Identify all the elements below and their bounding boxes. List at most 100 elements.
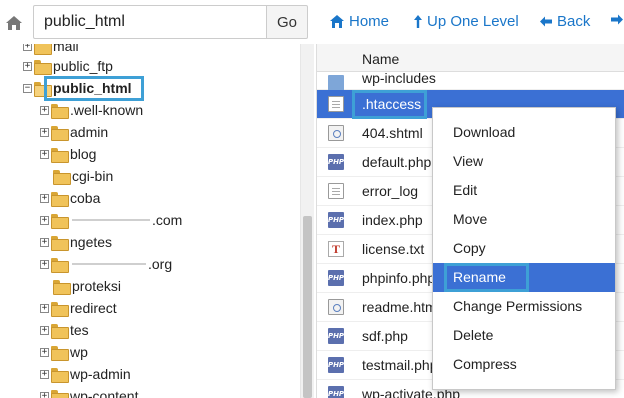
up-one-level-label: Up One Level bbox=[427, 13, 519, 30]
expand-toggle[interactable]: + bbox=[40, 215, 49, 225]
folder-icon bbox=[51, 367, 69, 383]
file-name: testmail.php bbox=[362, 357, 438, 373]
menu-item-delete[interactable]: Delete bbox=[433, 321, 615, 350]
go-button[interactable]: Go bbox=[266, 5, 308, 39]
tree-node-label: wp-content bbox=[70, 388, 139, 398]
html-file-icon bbox=[328, 299, 344, 315]
tree-node-label: wp-admin bbox=[70, 366, 131, 382]
file-name: index.php bbox=[362, 212, 423, 228]
tree-node-label: wp bbox=[70, 344, 88, 360]
column-header-name[interactable]: Name bbox=[362, 51, 399, 67]
menu-item-copy[interactable]: Copy bbox=[433, 234, 615, 263]
expand-toggle[interactable]: + bbox=[40, 369, 49, 379]
expand-toggle[interactable]: + bbox=[23, 44, 32, 51]
tree-node-label: .well-known bbox=[70, 102, 144, 118]
menu-item-change-permissions[interactable]: Change Permissions bbox=[433, 292, 615, 321]
expand-toggle[interactable]: + bbox=[40, 347, 49, 357]
tree-node-public-ftp[interactable]: + public_ftp bbox=[23, 56, 113, 76]
expand-toggle[interactable]: + bbox=[40, 391, 49, 398]
folder-icon bbox=[51, 235, 69, 251]
tree-node-label: .org bbox=[148, 256, 173, 272]
menu-item-compress[interactable]: Compress bbox=[433, 350, 615, 379]
tree-node-label: cgi-bin bbox=[72, 168, 114, 184]
expand-toggle[interactable]: + bbox=[40, 325, 49, 335]
folder-icon bbox=[51, 345, 69, 361]
path-input[interactable] bbox=[33, 5, 267, 39]
tree-node-ngetes[interactable]: + ngetes bbox=[40, 232, 112, 252]
file-name: error_log bbox=[362, 183, 419, 199]
tree-node-redirect[interactable]: + redirect bbox=[40, 298, 117, 318]
tree-node-label: redirect bbox=[70, 300, 117, 316]
menu-item-download[interactable]: Download bbox=[433, 118, 615, 147]
tree-node-label: admin bbox=[70, 124, 109, 140]
file-name: license.txt bbox=[362, 241, 425, 257]
php-file-icon: PHP bbox=[328, 270, 344, 286]
file-name: wp-includes bbox=[362, 70, 436, 86]
text-file-icon bbox=[328, 96, 344, 112]
redacted-text bbox=[72, 219, 150, 221]
expand-toggle[interactable]: + bbox=[40, 193, 49, 203]
php-file-icon: PHP bbox=[328, 212, 344, 228]
folder-icon bbox=[34, 59, 52, 75]
tree-node-blog[interactable]: + blog bbox=[40, 144, 96, 164]
tree-node-label: blog bbox=[70, 146, 97, 162]
folder-icon bbox=[51, 257, 69, 273]
file-name: 404.shtml bbox=[362, 125, 423, 141]
expand-toggle[interactable]: + bbox=[40, 259, 49, 269]
home-icon bbox=[330, 15, 344, 28]
menu-item-label: Download bbox=[453, 124, 516, 140]
back-link-label: Back bbox=[557, 13, 591, 30]
folder-icon bbox=[51, 191, 69, 207]
file-row-wp-includes[interactable]: wp-includes bbox=[317, 66, 624, 91]
menu-item-edit[interactable]: Edit bbox=[433, 176, 615, 205]
tree-node-wp[interactable]: + wp bbox=[40, 342, 88, 362]
collapse-toggle[interactable]: − bbox=[23, 83, 32, 93]
highlight-box bbox=[444, 263, 529, 292]
tree-node-label: .com bbox=[152, 212, 183, 228]
back-link[interactable]: Back bbox=[539, 13, 590, 30]
tree-node-proteksi[interactable]: proteksi bbox=[53, 276, 121, 296]
file-name: readme.html bbox=[362, 299, 440, 315]
home-icon bbox=[5, 15, 22, 30]
tree-node-domain-org[interactable]: + .org bbox=[40, 254, 172, 274]
home-link[interactable]: Home bbox=[329, 13, 389, 30]
context-menu: Download View Edit Move Copy Rename Chan… bbox=[432, 107, 616, 390]
directory-tree: + mail + public_ftp − public_html + .wel… bbox=[0, 44, 316, 398]
tree-node-well-known[interactable]: + .well-known bbox=[40, 100, 143, 120]
tree-home-button[interactable] bbox=[0, 4, 27, 41]
tree-node-coba[interactable]: + coba bbox=[40, 188, 100, 208]
folder-icon bbox=[53, 279, 71, 295]
tree-node-admin[interactable]: + admin bbox=[40, 122, 108, 142]
menu-item-rename[interactable]: Rename bbox=[433, 263, 615, 292]
toolbar: Go Home Up One Level Back bbox=[0, 0, 624, 44]
tree-node-cgi-bin[interactable]: cgi-bin bbox=[53, 166, 113, 186]
expand-toggle[interactable]: + bbox=[23, 61, 32, 71]
scrollbar-thumb[interactable] bbox=[303, 216, 312, 398]
expand-toggle[interactable]: + bbox=[40, 149, 49, 159]
tree-node-wp-admin[interactable]: + wp-admin bbox=[40, 364, 131, 384]
forward-link[interactable] bbox=[610, 13, 624, 26]
folder-icon bbox=[34, 44, 52, 55]
tree-node-tes[interactable]: + tes bbox=[40, 320, 89, 340]
tree-node-mail[interactable]: + mail bbox=[23, 44, 79, 56]
php-file-icon: PHP bbox=[328, 357, 344, 373]
tree-node-domain-com[interactable]: + .com bbox=[40, 210, 182, 230]
php-file-icon: PHP bbox=[328, 328, 344, 344]
arrow-left-icon bbox=[540, 16, 552, 27]
php-file-icon: PHP bbox=[328, 386, 344, 398]
expand-toggle[interactable]: + bbox=[40, 237, 49, 247]
up-one-level-link[interactable]: Up One Level bbox=[413, 13, 519, 30]
folder-icon bbox=[51, 125, 69, 141]
tree-node-wp-content[interactable]: + wp-content bbox=[40, 386, 138, 398]
menu-item-move[interactable]: Move bbox=[433, 205, 615, 234]
tree-scrollbar[interactable] bbox=[300, 44, 314, 398]
expand-toggle[interactable]: + bbox=[40, 303, 49, 313]
menu-item-view[interactable]: View bbox=[433, 147, 615, 176]
expand-toggle[interactable]: + bbox=[40, 127, 49, 137]
tree-node-label: proteksi bbox=[72, 278, 122, 294]
home-link-label: Home bbox=[349, 13, 390, 30]
file-name: default.php bbox=[362, 154, 432, 170]
expand-toggle[interactable]: + bbox=[40, 105, 49, 115]
folder-icon bbox=[51, 147, 69, 163]
menu-item-label: Copy bbox=[453, 240, 486, 256]
